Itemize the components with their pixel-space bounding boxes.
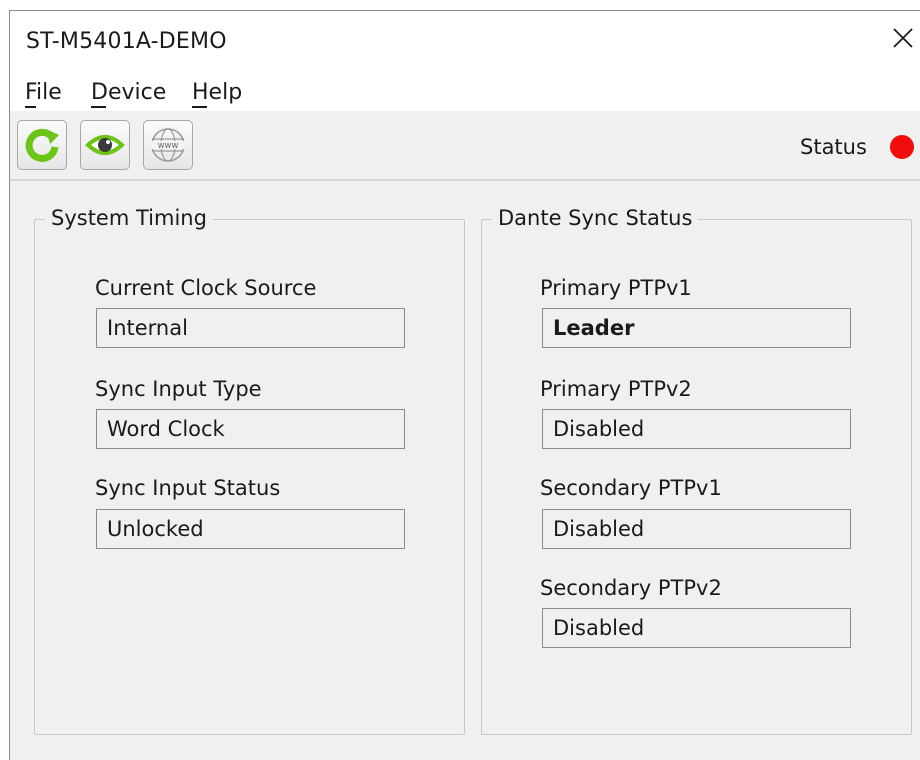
secondary-ptpv2-label: Secondary PTPv2 bbox=[540, 576, 722, 600]
menu-help[interactable]: Help bbox=[192, 80, 242, 105]
secondary-ptpv2-field: Disabled bbox=[542, 608, 851, 648]
refresh-button[interactable] bbox=[17, 120, 67, 170]
web-button[interactable]: www bbox=[143, 120, 193, 170]
primary-ptpv2-label: Primary PTPv2 bbox=[540, 377, 692, 401]
current-clock-source-field: Internal bbox=[96, 308, 405, 348]
sync-input-status-label: Sync Input Status bbox=[95, 476, 281, 500]
close-button[interactable] bbox=[888, 23, 918, 53]
menu-help-mnemonic bbox=[192, 106, 207, 108]
primary-ptpv2-field: Disabled bbox=[542, 409, 851, 449]
eye-icon bbox=[85, 135, 125, 155]
toolbar: www Status bbox=[10, 111, 920, 181]
primary-ptpv1-field: Leader bbox=[542, 308, 851, 348]
www-label: www bbox=[158, 141, 179, 151]
system-timing-title: System Timing bbox=[45, 206, 213, 230]
system-timing-group: System Timing Current Clock Source Inter… bbox=[34, 206, 465, 735]
dante-sync-status-group: Dante Sync Status Primary PTPv1 Leader P… bbox=[481, 206, 912, 735]
app-window: ST-M5401A-DEMO File Device Help www Stat… bbox=[9, 10, 920, 760]
secondary-ptpv1-label: Secondary PTPv1 bbox=[540, 476, 722, 500]
sync-input-status-field: Unlocked bbox=[96, 509, 405, 549]
secondary-ptpv1-field: Disabled bbox=[542, 509, 851, 549]
status-indicator bbox=[890, 135, 914, 159]
refresh-icon bbox=[25, 128, 59, 162]
current-clock-source-label: Current Clock Source bbox=[95, 276, 317, 300]
sync-input-type-field: Word Clock bbox=[96, 409, 405, 449]
dante-sync-status-title: Dante Sync Status bbox=[492, 206, 699, 230]
status-label: Status bbox=[800, 135, 867, 159]
monitor-button[interactable] bbox=[80, 120, 130, 170]
close-icon bbox=[893, 28, 913, 48]
sync-input-type-label: Sync Input Type bbox=[95, 377, 262, 401]
title-bar: ST-M5401A-DEMO bbox=[10, 11, 920, 73]
www-icon: www bbox=[151, 128, 185, 162]
menu-bar: File Device Help bbox=[10, 73, 920, 111]
menu-file-mnemonic bbox=[25, 106, 36, 108]
menu-device[interactable]: Device bbox=[91, 80, 166, 105]
window-title: ST-M5401A-DEMO bbox=[26, 29, 227, 54]
menu-file[interactable]: File bbox=[25, 80, 62, 105]
menu-device-mnemonic bbox=[91, 106, 106, 108]
primary-ptpv1-label: Primary PTPv1 bbox=[540, 276, 692, 300]
